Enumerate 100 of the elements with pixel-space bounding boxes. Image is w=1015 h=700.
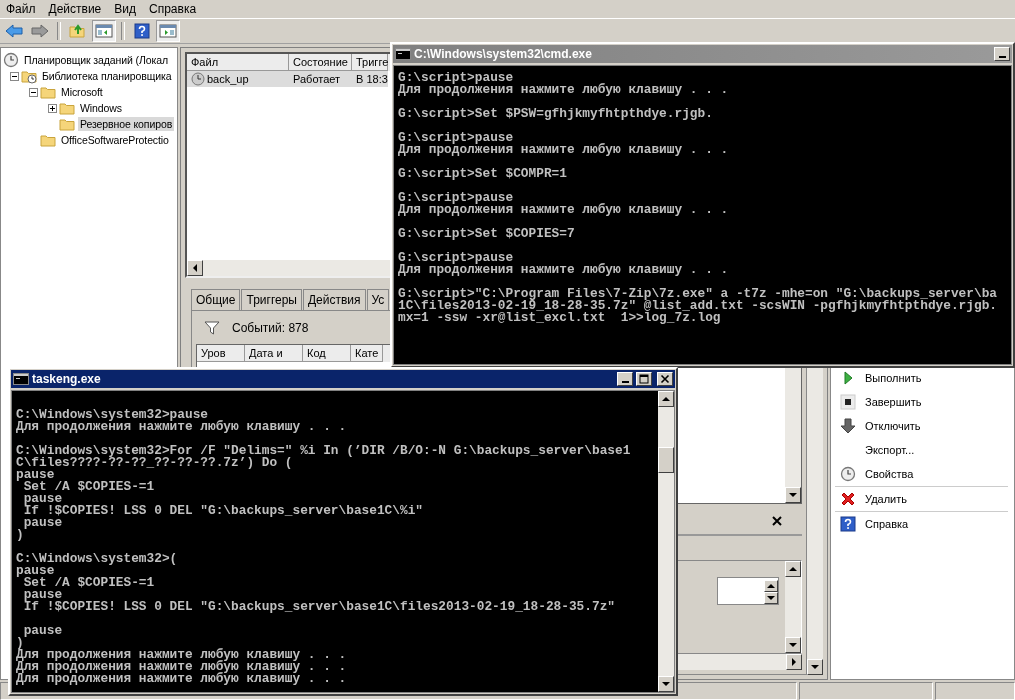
tree-item[interactable]: Резервное копиров — [78, 117, 175, 131]
console-line: Для продолжения нажмите любую клавишу . . . — [16, 673, 347, 685]
console-line: pause — [22, 589, 63, 601]
tree-item[interactable]: OfficeSoftwareProtectio — [59, 133, 171, 147]
column-header[interactable]: Дата и — [245, 345, 303, 362]
tab[interactable]: Общие — [191, 289, 241, 310]
tree-item[interactable]: Планировщик заданий (Локал — [22, 53, 170, 67]
close-icon — [660, 374, 670, 384]
filter-icon — [204, 321, 220, 335]
delete-icon — [840, 491, 856, 507]
clock-icon — [3, 52, 19, 68]
console-line: C\files????-??-??_??-??-??.7z’) Do ( — [16, 457, 293, 469]
console-line: ) — [16, 529, 24, 541]
scroll-down-button[interactable] — [764, 592, 778, 604]
task-row[interactable]: back_up Работает В 18:3 — [187, 71, 388, 87]
console-line: G:\script>Set $PSW=gfhjkmyfhtpthdye.rjgb. — [398, 108, 713, 120]
menu-item[interactable]: Файл — [2, 2, 45, 16]
console-line: Для продолжения нажмите любую клавишу . . . — [16, 421, 347, 433]
expand-icon[interactable] — [47, 103, 57, 113]
clock-icon — [840, 466, 856, 482]
table-cell: В 18:3 — [356, 73, 388, 85]
console-line: Для продолжения нажмите любую клавишу . . . — [16, 661, 347, 673]
console-line: G:\script>pause — [398, 132, 514, 144]
console-icon — [13, 373, 29, 385]
folder-icon — [40, 132, 56, 148]
window-title: taskeng.exe — [32, 372, 102, 386]
maximize-icon — [639, 374, 649, 384]
menu-item[interactable]: Вид — [110, 2, 145, 16]
console-line: pause — [16, 565, 55, 577]
scroll-thumb[interactable] — [658, 447, 674, 473]
close-button[interactable] — [657, 372, 673, 386]
action-link[interactable]: Справка — [861, 518, 909, 530]
console-line: 1C\files2013-02-19_18-28-35.7z" @list_add.txt -scsWIN -pgfhjkmyfhtpthdye.rjgb. — [398, 300, 997, 312]
menu-item[interactable]: Справка — [145, 2, 206, 16]
menu-item[interactable]: Действие — [44, 2, 111, 16]
clock-icon — [191, 72, 205, 86]
console-line: Для продолжения нажмите любую клавишу . . . — [398, 204, 729, 216]
tree-item[interactable]: Microsoft — [59, 85, 105, 99]
scroll-up-button[interactable] — [785, 561, 801, 577]
console-line: If !$COPIES! LSS 0 DEL "G:\backups_server\base1C\files2013-02-19_18-28-35.7z" — [22, 601, 615, 613]
console-line: Для продолжения нажмите любую клавишу . . . — [398, 84, 729, 96]
close-button[interactable] — [770, 514, 784, 528]
console-line: G:\script>"C:\Program Files\7-Zip\7z.exe" a -t7z -mhe=on "G:\backups_server\ba — [398, 288, 997, 300]
spin-field[interactable] — [717, 577, 779, 605]
console-line: pause — [23, 625, 63, 637]
console-line: If !$COPIES! LSS 0 DEL "G:\backups_server\base1C\%i" — [22, 505, 423, 517]
console-icon — [395, 48, 411, 60]
folder-icon — [59, 100, 75, 116]
console-line: mx=1 -ssw -xr@list_excl.txt 1>>log_7z.log — [398, 312, 721, 324]
pane-button[interactable] — [92, 20, 116, 42]
console-line: G:\script>pause — [398, 72, 514, 84]
console-line: G:\script>pause — [398, 252, 514, 264]
minimize-button[interactable] — [994, 47, 1010, 61]
action-link[interactable]: Свойства — [861, 468, 914, 480]
console-line: Set /A $COPIES-=1 — [23, 481, 155, 493]
folder-icon — [59, 116, 75, 132]
minimize-icon — [621, 381, 629, 383]
column-header[interactable]: Уров — [197, 345, 245, 362]
scroll-up-button[interactable] — [764, 580, 778, 592]
action-link[interactable]: Экспорт... — [861, 444, 915, 456]
folder-clock-icon — [21, 68, 37, 84]
console-line: Для продолжения нажмите любую клавишу . . . — [398, 144, 729, 156]
minimize-button[interactable] — [617, 372, 633, 386]
tab[interactable]: Ус — [366, 289, 390, 310]
tree-item[interactable]: Библиотека планировщика — [40, 69, 174, 83]
stop-icon — [840, 394, 856, 410]
console-line: G:\script>pause — [398, 192, 514, 204]
scroll-right-button[interactable] — [786, 654, 802, 670]
table-cell: back_up — [207, 73, 249, 85]
console-line: pause — [23, 517, 63, 529]
console-line: C:\Windows\system32>( — [16, 553, 178, 565]
scroll-left-button[interactable] — [187, 260, 203, 276]
close-icon — [772, 516, 782, 526]
console-line: pause — [16, 469, 55, 481]
scroll-down-button[interactable] — [658, 676, 674, 692]
action-link[interactable]: Выполнить — [861, 372, 922, 384]
scroll-down-button[interactable] — [807, 659, 823, 675]
maximize-button[interactable] — [636, 372, 652, 386]
pane-button[interactable] — [156, 20, 180, 42]
console-line: G:\script>Set $COPIES=7 — [398, 228, 575, 240]
collapse-icon[interactable] — [9, 71, 19, 81]
action-link[interactable]: Удалить — [861, 493, 907, 505]
collapse-icon[interactable] — [28, 87, 38, 97]
column-header[interactable]: Код — [303, 345, 351, 362]
console-line: G:\script>Set $COMPR=1 — [398, 168, 567, 180]
action-link[interactable]: Завершить — [861, 396, 922, 408]
column-header[interactable]: Кате — [351, 345, 383, 362]
folder-icon — [40, 84, 56, 100]
console-line: Set /A $COPIES-=1 — [23, 577, 155, 589]
tab[interactable]: Действия — [302, 289, 366, 310]
scroll-down-button[interactable] — [785, 487, 801, 503]
tree-item[interactable]: Windows — [78, 101, 124, 115]
event-count: Событий: 878 — [232, 321, 309, 335]
scroll-down-button[interactable] — [785, 637, 801, 653]
table-cell: Работает — [293, 73, 341, 85]
tab[interactable]: Триггеры — [241, 289, 302, 310]
window-title: C:\Windows\system32\cmd.exe — [414, 47, 593, 61]
console-line: Для продолжения нажмите любую клавишу . . . — [16, 649, 347, 661]
scroll-up-button[interactable] — [658, 391, 674, 407]
action-link[interactable]: Отключить — [861, 420, 921, 432]
